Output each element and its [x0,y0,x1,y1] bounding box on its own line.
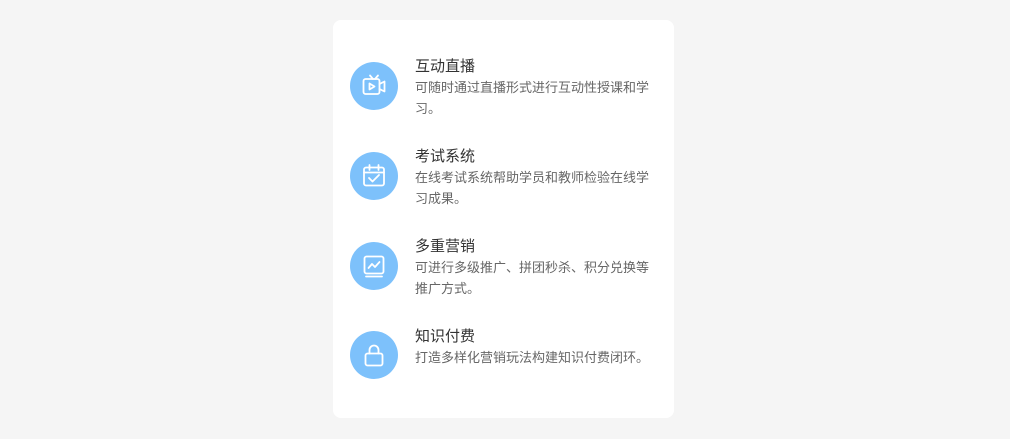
feature-text: 考试系统 在线考试系统帮助学员和教师检验在线学习成果。 [415,146,660,210]
feature-text: 多重营销 可进行多级推广、拼团秒杀、积分兑换等推广方式。 [415,236,660,300]
feature-item-exam: 考试系统 在线考试系统帮助学员和教师检验在线学习成果。 [333,146,674,218]
feature-item-live: 互动直播 可随时通过直播形式进行互动性授课和学习。 [333,56,674,128]
feature-title: 互动直播 [415,57,476,75]
feature-item-knowledge: 知识付费 打造多样化营销玩法构建知识付费闭环。 [333,326,674,398]
feature-title: 知识付费 [415,327,476,345]
chart-monitor-icon [350,242,398,290]
feature-description: 在线考试系统帮助学员和教师检验在线学习成果。 [415,171,650,207]
feature-text: 知识付费 打造多样化营销玩法构建知识付费闭环。 [415,326,660,369]
calendar-check-icon [350,152,398,200]
feature-description: 可随时通过直播形式进行互动性授课和学习。 [415,81,650,117]
live-tv-icon [350,62,398,110]
feature-description: 可进行多级推广、拼团秒杀、积分兑换等推广方式。 [415,261,650,297]
feature-title: 考试系统 [415,147,476,165]
feature-card: 互动直播 可随时通过直播形式进行互动性授课和学习。 考试系统 在线考试系统帮助学… [333,20,674,418]
feature-text: 互动直播 可随时通过直播形式进行互动性授课和学习。 [415,56,660,120]
lock-icon [350,331,398,379]
feature-item-marketing: 多重营销 可进行多级推广、拼团秒杀、积分兑换等推广方式。 [333,236,674,308]
feature-description: 打造多样化营销玩法构建知识付费闭环。 [415,351,650,366]
feature-title: 多重营销 [415,237,476,255]
